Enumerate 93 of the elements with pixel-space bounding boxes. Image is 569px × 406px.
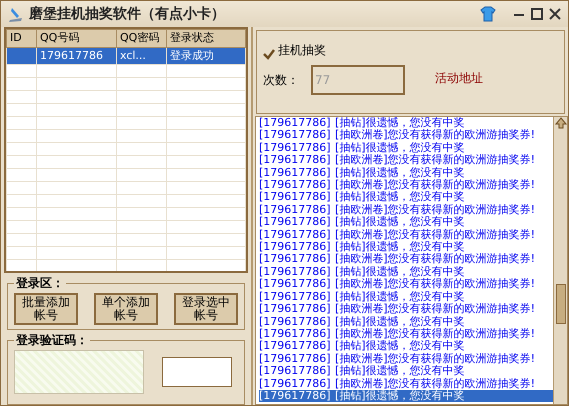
log-row[interactable]: [179617786] [抽欧洲卷]您没有获得新的欧洲游抽奖券!: [259, 204, 553, 216]
captcha-input[interactable]: [162, 357, 232, 387]
scrollbar-thumb[interactable]: [556, 284, 566, 324]
log-row[interactable]: [179617786] [抽欧洲卷]您没有获得新的欧洲游抽奖券!: [259, 378, 553, 390]
log-message: [抽钻]很遗憾，您没有中奖: [335, 365, 465, 378]
log-account: [179617786]: [259, 228, 332, 242]
log-message: [抽欧洲卷]您没有获得新的欧洲游抽奖券!: [335, 278, 535, 291]
log-row[interactable]: [179617786] [抽欧洲卷]您没有获得新的欧洲游抽奖券!: [259, 253, 553, 266]
log-message: [抽钻]很遗憾，您没有中奖: [335, 316, 465, 328]
log-row[interactable]: [179617786] [抽钻]很遗憾，您没有中奖: [259, 142, 553, 154]
log-row[interactable]: [179617786] [抽钻]很遗憾，您没有中奖: [259, 166, 553, 180]
log-account: [179617786]: [259, 241, 332, 254]
count-label: 次数：: [263, 72, 299, 89]
table-cell: 179617786: [36, 47, 116, 64]
log-message: [抽欧洲卷]您没有获得新的欧洲游抽奖券!: [335, 352, 535, 365]
column-header[interactable]: QQ号码: [36, 30, 116, 47]
log-account: [179617786]: [259, 316, 332, 328]
log-account: [179617786]: [259, 204, 332, 216]
log-row[interactable]: [179617786] [抽钻]很遗憾，您没有中奖: [259, 117, 553, 130]
log-message: [抽钻]很遗憾，您没有中奖: [335, 191, 465, 204]
log-account: [179617786]: [259, 303, 332, 316]
log-row[interactable]: [179617786] [抽钻]很遗憾，您没有中奖: [259, 365, 553, 378]
scrollbar[interactable]: [553, 117, 567, 404]
log-row[interactable]: [179617786] [抽钻]很遗憾，您没有中奖: [259, 241, 553, 254]
add-account-button[interactable]: 单个添加帐号: [94, 293, 158, 325]
table-row[interactable]: 179617786 xcl... 登录成功: [6, 47, 246, 64]
table-cell: xcl...: [116, 47, 166, 64]
log-message: [抽钻]很遗憾，您没有中奖: [335, 216, 465, 228]
log-message: [抽欧洲卷]您没有获得新的欧洲游抽奖券!: [335, 303, 535, 316]
log-row[interactable]: [179617786] [抽欧洲卷]您没有获得新的欧洲游抽奖券!: [259, 228, 553, 242]
column-header[interactable]: QQ密码: [116, 30, 166, 47]
log-message: [抽欧洲卷]您没有获得新的欧洲游抽奖券!: [335, 228, 535, 241]
log-row[interactable]: [179617786] [抽钻]很遗憾，您没有中奖: [259, 340, 553, 353]
log-message: [抽钻]很遗憾，您没有中奖: [335, 166, 465, 179]
log-message: [抽欧洲卷]您没有获得新的欧洲游抽奖券!: [335, 179, 535, 192]
log-row[interactable]: [179617786] [抽欧洲卷]您没有获得新的欧洲游抽奖券!: [259, 179, 553, 192]
maximize-button[interactable]: [530, 7, 544, 21]
log-account: [179617786]: [259, 154, 332, 167]
log-account: [179617786]: [259, 390, 332, 402]
group-title: 登录验证码：: [14, 334, 89, 346]
log-row[interactable]: [179617786] [抽钻]很遗憾，您没有中奖: [259, 216, 553, 229]
log-row[interactable]: [179617786] [抽欧洲卷]您没有获得新的欧洲游抽奖券!: [259, 129, 553, 142]
log-account: [179617786]: [259, 129, 332, 142]
log-account: [179617786]: [259, 378, 332, 390]
log-message: [抽欧洲卷]您没有获得新的欧洲游抽奖券!: [335, 204, 535, 216]
log-account: [179617786]: [259, 278, 332, 291]
log-row[interactable]: [179617786] [抽钻]很遗憾，您没有中奖: [259, 191, 553, 204]
log-row[interactable]: [179617786] [抽欧洲卷]您没有获得新的欧洲游抽奖券!: [259, 278, 553, 291]
log-row[interactable]: [179617786] [抽钻]很遗憾，您没有中奖: [259, 290, 553, 304]
group-title: 登录区：: [14, 277, 65, 289]
log-message: [抽钻]很遗憾，您没有中奖: [335, 117, 465, 129]
log-message: [抽钻]很遗憾，您没有中奖: [335, 266, 465, 278]
log-row[interactable]: [179617786] [抽欧洲卷]您没有获得新的欧洲游抽奖券!: [259, 328, 553, 340]
add-account-button[interactable]: 批量添加帐号: [14, 293, 78, 325]
log-row[interactable]: [179617786] [抽钻]很遗憾，您没有中奖: [259, 316, 553, 328]
log-row[interactable]: [179617786] [抽欧洲卷]您没有获得新的欧洲游抽奖券!: [259, 303, 553, 316]
scroll-up-icon[interactable]: [554, 117, 566, 129]
log-row[interactable]: [179617786] [抽钻]很遗憾，您没有中奖: [259, 266, 553, 278]
log-account: [179617786]: [259, 142, 332, 154]
activity-link[interactable]: 活动地址: [435, 69, 483, 87]
log-account: [179617786]: [259, 253, 332, 266]
shirt-icon[interactable]: [480, 6, 496, 22]
log-account: [179617786]: [259, 352, 332, 366]
log-message: [抽钻]很遗憾，您没有中奖: [335, 390, 465, 402]
log-account: [179617786]: [259, 117, 332, 130]
log-account: [179617786]: [259, 266, 332, 278]
log-account: [179617786]: [259, 340, 332, 353]
log-row[interactable]: [179617786] [抽欧洲卷]您没有获得新的欧洲游抽奖券!: [259, 352, 553, 366]
column-header[interactable]: 登录状态: [166, 30, 246, 47]
table-cell: 登录成功: [166, 47, 246, 64]
log-account: [179617786]: [259, 365, 332, 378]
log-message: [抽欧洲卷]您没有获得新的欧洲游抽奖券!: [335, 154, 535, 167]
log-account: [179617786]: [259, 290, 332, 304]
column-header[interactable]: ID: [6, 30, 36, 47]
log-message: [抽钻]很遗憾，您没有中奖: [335, 290, 465, 303]
log-account: [179617786]: [259, 328, 332, 340]
log-account: [179617786]: [259, 166, 332, 180]
checkbox-label: 挂机抽奖: [278, 42, 326, 59]
log-account: [179617786]: [259, 216, 332, 229]
log-message: [抽钻]很遗憾，您没有中奖: [335, 340, 465, 352]
log-message: [抽欧洲卷]您没有获得新的欧洲游抽奖券!: [335, 129, 535, 142]
log-message: [抽钻]很遗憾，您没有中奖: [335, 142, 465, 154]
log-account: [179617786]: [259, 191, 332, 204]
window-title: 磨堡挂机抽奖软件（有点小卡）: [29, 4, 225, 24]
log-row[interactable]: [179617786] [抽钻]很遗憾，您没有中奖: [259, 390, 553, 402]
log-account: [179617786]: [259, 179, 332, 192]
log-message: [抽欧洲卷]您没有获得新的欧洲游抽奖券!: [335, 328, 535, 340]
log-message: [抽欧洲卷]您没有获得新的欧洲游抽奖券!: [335, 378, 535, 390]
close-button[interactable]: [548, 7, 562, 21]
log-row[interactable]: [179617786] [抽欧洲卷]您没有获得新的欧洲游抽奖券!: [259, 154, 553, 167]
log-message: [抽钻]很遗憾，您没有中奖: [335, 241, 465, 254]
log-message: [抽欧洲卷]您没有获得新的欧洲游抽奖券!: [335, 253, 535, 266]
add-account-button[interactable]: 登录选中帐号: [174, 293, 238, 325]
